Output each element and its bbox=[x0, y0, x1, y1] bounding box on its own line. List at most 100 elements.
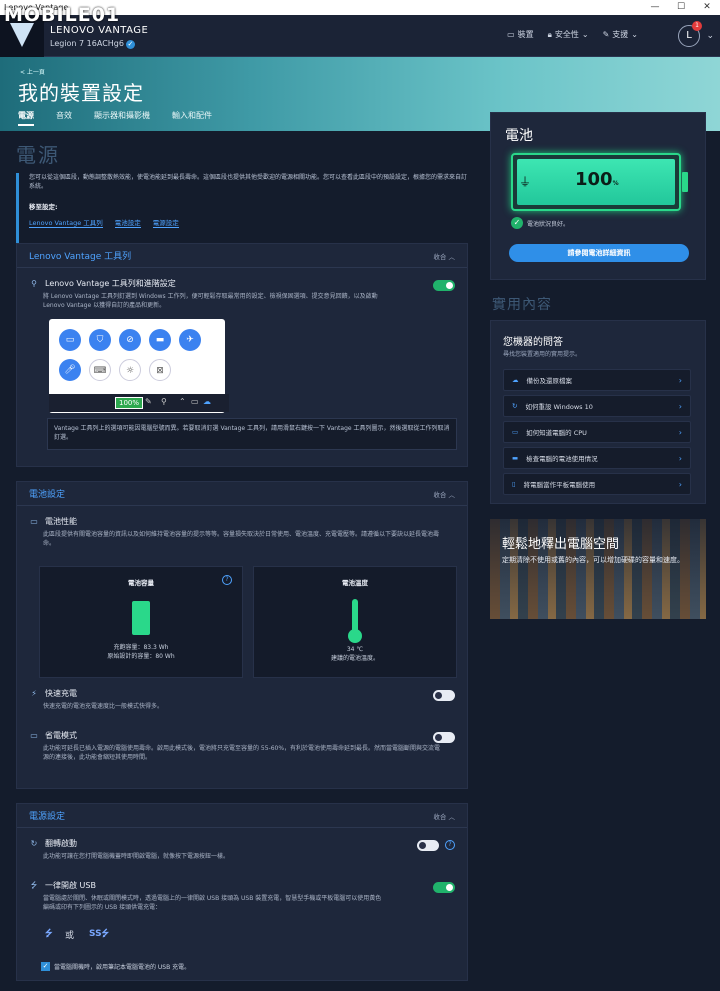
usb-charge-option[interactable]: ✓ 當電腦關機時，啟用筆記本電腦電池的 USB 充電。 bbox=[41, 962, 190, 971]
toolbar-toggle[interactable] bbox=[433, 280, 455, 291]
backlight-icon: ☼ bbox=[119, 359, 141, 381]
collapse-label: 收合 bbox=[433, 490, 447, 499]
quick-charge-title: 快速充電 bbox=[45, 689, 77, 698]
thermometer-icon bbox=[347, 599, 363, 643]
pin-icon: ⚲ bbox=[31, 278, 37, 288]
conservation-mode-desc: 此功能可延長已插入電源的電腦使用壽命。啟用此模式後，電池將只充電至容量的 55-… bbox=[43, 745, 441, 761]
toolbar-card: Lenovo Vantage 工具列 收合 ︿ ⚲ Lenovo Vantage … bbox=[16, 243, 468, 467]
tab-audio[interactable]: 音效 bbox=[56, 110, 72, 126]
chevron-right-icon: › bbox=[678, 479, 682, 489]
laptop-icon: ▭ bbox=[512, 428, 519, 436]
qa-title: 您機器的問答 bbox=[503, 337, 563, 348]
tab-display[interactable]: 顯示器和攝影機 bbox=[94, 110, 150, 126]
collapse-button[interactable]: 收合 ︿ bbox=[433, 251, 455, 261]
main-content: 電源 您可以從這個區段，動態調整散熱效能，使電池能延到最長壽命。這個區段也提供其… bbox=[0, 131, 480, 991]
free-up-space-promo[interactable]: 輕鬆地釋出電腦空間 定期清除不使用或舊的內容，可以增加硬碟的容量和速度。 bbox=[490, 519, 706, 619]
battery-level: 100% bbox=[575, 169, 619, 190]
conservation-mode-title: 省電模式 bbox=[45, 731, 77, 740]
nav-device[interactable]: ▭ 裝置 bbox=[507, 29, 534, 40]
chevron-right-icon: › bbox=[678, 427, 682, 437]
temperature-note: 建議的電池溫度。 bbox=[330, 655, 379, 662]
flip-to-start-title: 翻轉啟動 bbox=[45, 839, 77, 848]
collapse-button[interactable]: 收合 ︿ bbox=[433, 489, 455, 499]
nav-support-label: 支援 bbox=[612, 30, 629, 39]
battery-performance-row: ▭ 電池性能 此區段提供有關電池容量的資訊以及如何維持電池容量的提示等等。容量損失… bbox=[29, 516, 455, 548]
always-on-usb-toggle[interactable] bbox=[433, 882, 455, 893]
section-heading: 電源 bbox=[16, 143, 60, 167]
tip-tablet[interactable]: ▯ 將電腦當作平板電腦使用 › bbox=[503, 473, 691, 495]
battery-details-button[interactable]: 請參閱電池詳細資訊 bbox=[509, 244, 689, 262]
tip-backup[interactable]: ☁ 備份及還原檔案 › bbox=[503, 369, 691, 391]
nav-support[interactable]: ✎ 支援 ⌄ bbox=[603, 29, 638, 40]
quick-charge-row: ⚡ 快速充電 快速充電的電池充電速度比一般模式快得多。 bbox=[29, 688, 455, 711]
battery-temperature-panel: 電池溫度 34 ℃ 建議的電池溫度。 bbox=[253, 566, 457, 678]
wrench-icon: ✎ bbox=[602, 30, 610, 39]
minimize-button[interactable]: — bbox=[642, 0, 668, 15]
keyboard-light-icon: ⌨ bbox=[89, 359, 111, 381]
tab-power[interactable]: 電源 bbox=[18, 110, 34, 126]
chevron-right-icon: › bbox=[678, 453, 682, 463]
nav-device-label: 裝置 bbox=[517, 30, 534, 39]
usb-power-icon: ⭍ bbox=[45, 929, 53, 939]
flip-to-start-desc: 此功能可讓在您打開電腦機蓋時即開啟電腦，就像按下電源按鈕一樣。 bbox=[43, 853, 230, 860]
maximize-button[interactable]: ☐ bbox=[668, 0, 694, 15]
battery-card-title: 電池設定 bbox=[29, 490, 66, 500]
temperature-value: 34 ℃ bbox=[346, 646, 364, 653]
tip-battery-usage[interactable]: ▬ 檢查電腦的電池使用情況 › bbox=[503, 447, 691, 469]
battery-tip bbox=[682, 172, 688, 192]
taskbar-battery-label: 100% bbox=[115, 397, 144, 409]
collapse-button[interactable]: 收合 ︿ bbox=[433, 811, 455, 821]
tip-label: 如何知道電腦的 CPU bbox=[526, 429, 587, 437]
flip-to-start-toggle[interactable] bbox=[417, 840, 439, 851]
capacity-full: 充飽容量：83.3 Wh bbox=[113, 644, 169, 651]
tab-input[interactable]: 輸入和配件 bbox=[172, 110, 212, 126]
monitor-icon: ▭ bbox=[507, 30, 515, 39]
quick-charge-desc: 快速充電的電池充電速度比一般模式快得多。 bbox=[43, 703, 164, 710]
close-button[interactable]: ✕ bbox=[694, 0, 720, 15]
qa-panel: 您機器的問答 尋找您裝置適用的實用提示。 ☁ 備份及還原檔案 › ↻ 如何重設 Win… bbox=[490, 320, 706, 504]
watermark-logo: MOBILE01 bbox=[4, 4, 121, 26]
checkbox-checked-icon[interactable]: ✓ bbox=[41, 962, 50, 971]
capacity-label: 電池容量 bbox=[128, 579, 154, 587]
battery-status-text: 電池狀況良好。 bbox=[527, 220, 570, 228]
or-label: 或 bbox=[65, 931, 75, 941]
toolbar-setting-row: ⚲ Lenovo Vantage 工具列和進階設定 將 Lenovo Vantag… bbox=[29, 278, 455, 310]
jump-link-battery[interactable]: 電池設定 bbox=[114, 217, 141, 228]
touchpad-icon: ⊠ bbox=[149, 359, 171, 381]
battery-saver-icon: ▭ bbox=[30, 730, 38, 740]
toolbar-setting-title: Lenovo Vantage 工具列和進階設定 bbox=[45, 279, 176, 288]
logo-triangle-icon bbox=[10, 23, 34, 47]
useful-heading: 實用內容 bbox=[492, 297, 552, 313]
always-on-usb-title: 一律開啟 USB bbox=[45, 881, 96, 890]
conservation-mode-row: ▭ 省電模式 此功能可延長已插入電源的電腦使用壽命。啟用此模式後，電池將只充電至容… bbox=[29, 730, 455, 762]
chevron-down-icon[interactable]: ⌄ bbox=[706, 31, 714, 41]
jump-link-toolbar[interactable]: Lenovo Vantage 工具列 bbox=[29, 217, 103, 228]
conservation-mode-toggle[interactable] bbox=[433, 732, 455, 743]
promo-desc: 定期清除不使用或舊的內容，可以增加硬碟的容量和速度。 bbox=[502, 556, 684, 564]
battery-icon: ▬ bbox=[149, 329, 171, 351]
camera-off-icon: ⊘ bbox=[119, 329, 141, 351]
quick-charge-toggle[interactable] bbox=[433, 690, 455, 701]
tip-cpu[interactable]: ▭ 如何知道電腦的 CPU › bbox=[503, 421, 691, 443]
help-icon[interactable]: ? bbox=[222, 575, 232, 585]
tip-label: 如何重設 Windows 10 bbox=[525, 403, 593, 411]
settings-tabs: 電源 音效 顯示器和攝影機 輸入和配件 bbox=[18, 110, 212, 126]
usb-charge-option-label: 當電腦關機時，啟用筆記本電腦電池的 USB 充電。 bbox=[54, 964, 191, 971]
nav-security[interactable]: 🔒︎ 安全性 ⌄ bbox=[548, 29, 589, 40]
battery-level-unit: % bbox=[612, 180, 619, 187]
back-link[interactable]: < 上一頁 bbox=[20, 67, 45, 76]
device-model: Legion 7 16ACHg6 ✓ bbox=[50, 39, 135, 49]
battery-status: ✓ 電池狀況良好。 bbox=[511, 217, 569, 229]
device-model-label: Legion 7 16ACHg6 bbox=[50, 39, 124, 48]
lock-icon: 🔒︎ bbox=[547, 29, 552, 39]
tip-reset-windows[interactable]: ↻ 如何重設 Windows 10 › bbox=[503, 395, 691, 417]
intro-text: 您可以從這個區段，動態調整散熱效能，使電池能延到最長壽命。這個區段也提供其他受歡… bbox=[29, 174, 468, 190]
help-icon[interactable]: ? bbox=[445, 840, 455, 850]
power-settings-card: 電源設定 收合 ︿ ↻ 翻轉啟動 此功能可讓在您打開電腦機蓋時即開啟電腦，就像按下… bbox=[16, 803, 468, 981]
cloud-icon: ☁ bbox=[512, 376, 519, 384]
jump-link-power[interactable]: 電源設定 bbox=[152, 217, 179, 228]
toolbar-card-title: Lenovo Vantage 工具列 bbox=[29, 252, 132, 262]
battery-panel-title: 電池 bbox=[505, 128, 533, 144]
tray-arrow-icon: ⌃ bbox=[179, 397, 186, 406]
toolbar-setting-desc: 將 Lenovo Vantage 工具列釘選到 Windows 工作列，便可輕鬆… bbox=[43, 293, 378, 309]
